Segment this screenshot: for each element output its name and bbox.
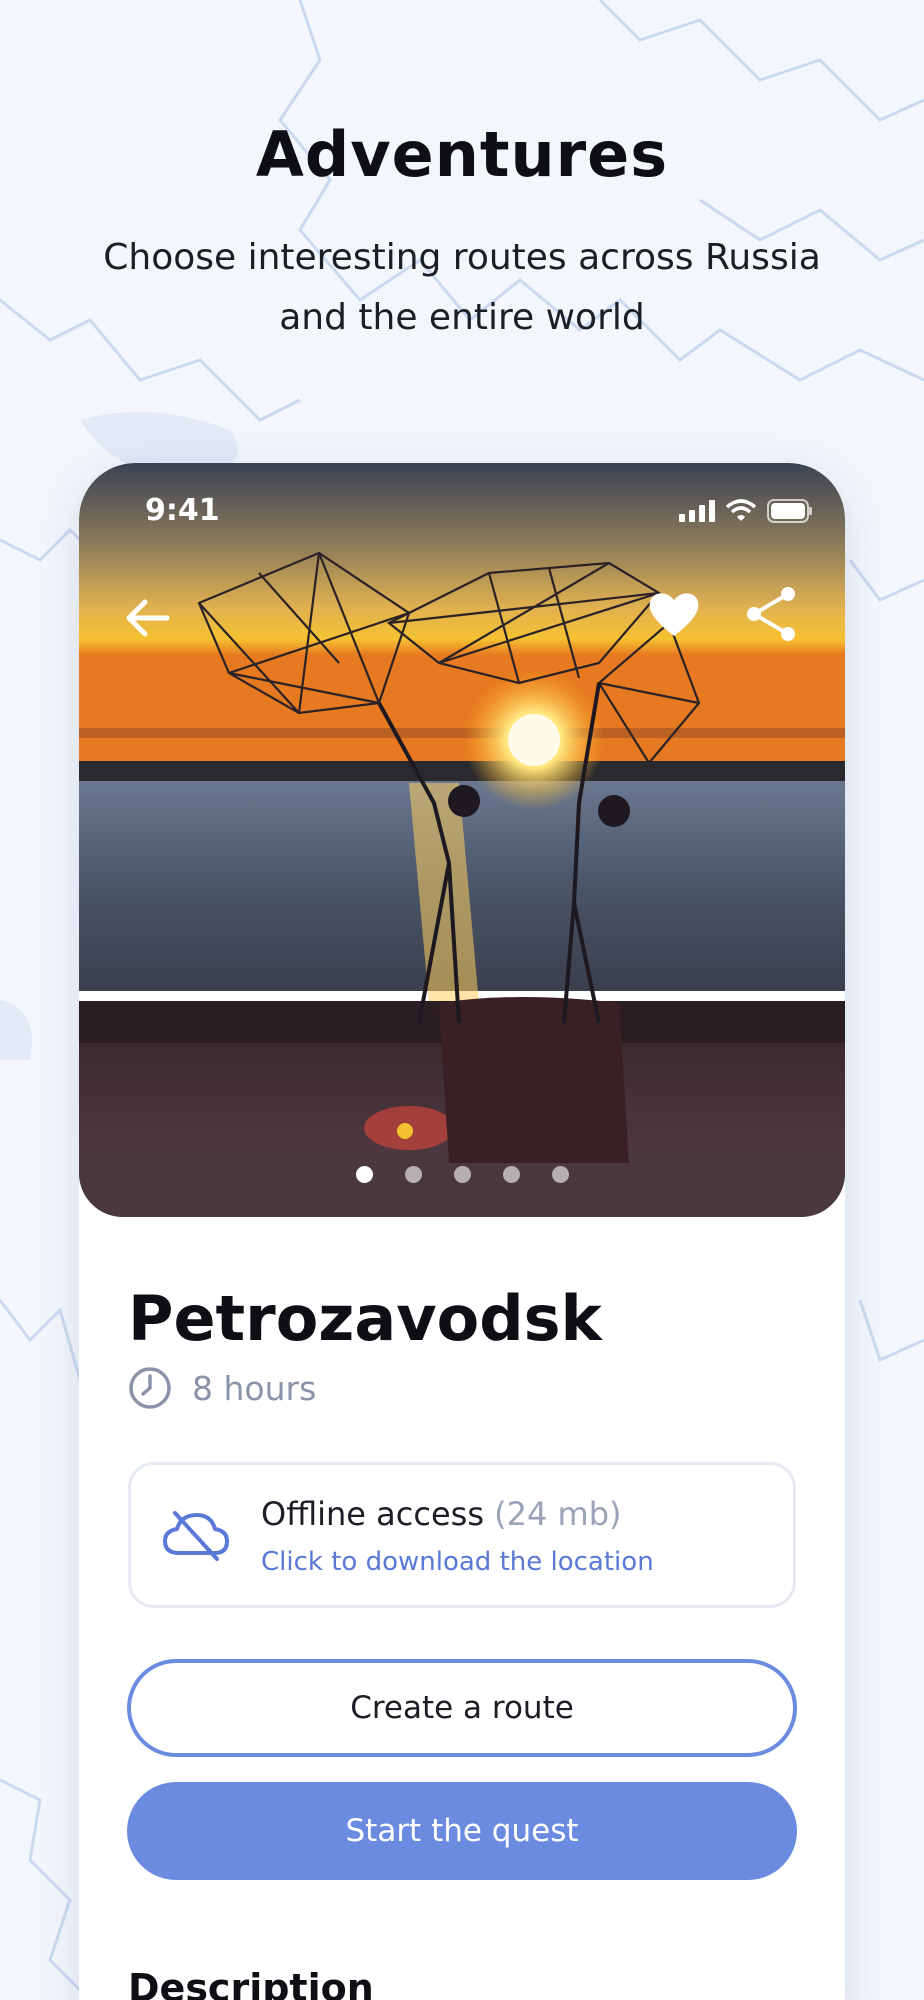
carousel-dot[interactable] bbox=[551, 1166, 569, 1183]
page-subtitle: Choose interesting routes across Russia … bbox=[103, 237, 821, 338]
carousel-dot[interactable] bbox=[355, 1166, 373, 1183]
offline-size: (24 mb) bbox=[494, 1495, 622, 1533]
download-location-link[interactable]: Click to download the location bbox=[261, 1547, 654, 1577]
start-quest-button[interactable]: Start the quest bbox=[127, 1782, 797, 1880]
cloud-off-icon bbox=[163, 1511, 229, 1561]
carousel-dot[interactable] bbox=[404, 1166, 422, 1183]
phone-mockup: 9:41 bbox=[79, 463, 845, 2000]
carousel-dot[interactable] bbox=[453, 1166, 471, 1183]
hero-image[interactable]: 9:41 bbox=[79, 463, 845, 1217]
duration: 8 hours bbox=[128, 1366, 316, 1410]
heart-icon[interactable] bbox=[646, 586, 702, 642]
offline-title: Offline access (24 mb) bbox=[261, 1495, 622, 1533]
wifi-icon bbox=[725, 499, 757, 521]
page-title: Adventures bbox=[255, 118, 669, 191]
offline-label: Offline access bbox=[261, 1495, 484, 1533]
battery-icon bbox=[767, 499, 812, 523]
offline-access-card[interactable]: Offline access (24 mb) Click to download… bbox=[128, 1462, 796, 1608]
signal-icon bbox=[679, 500, 715, 522]
duration-text: 8 hours bbox=[192, 1368, 317, 1408]
create-route-button[interactable]: Create a route bbox=[127, 1659, 797, 1757]
place-title: Petrozavodsk bbox=[128, 1282, 602, 1355]
back-arrow-icon[interactable] bbox=[119, 588, 179, 648]
status-icons bbox=[679, 499, 813, 523]
description-heading: Description bbox=[128, 1966, 374, 2000]
sunset-sculpture-photo bbox=[79, 463, 845, 1217]
clock-icon bbox=[129, 1367, 171, 1409]
share-icon[interactable] bbox=[744, 584, 800, 644]
carousel-dots bbox=[0, 1166, 924, 1183]
carousel-dot[interactable] bbox=[502, 1166, 520, 1183]
status-time: 9:41 bbox=[145, 493, 220, 528]
